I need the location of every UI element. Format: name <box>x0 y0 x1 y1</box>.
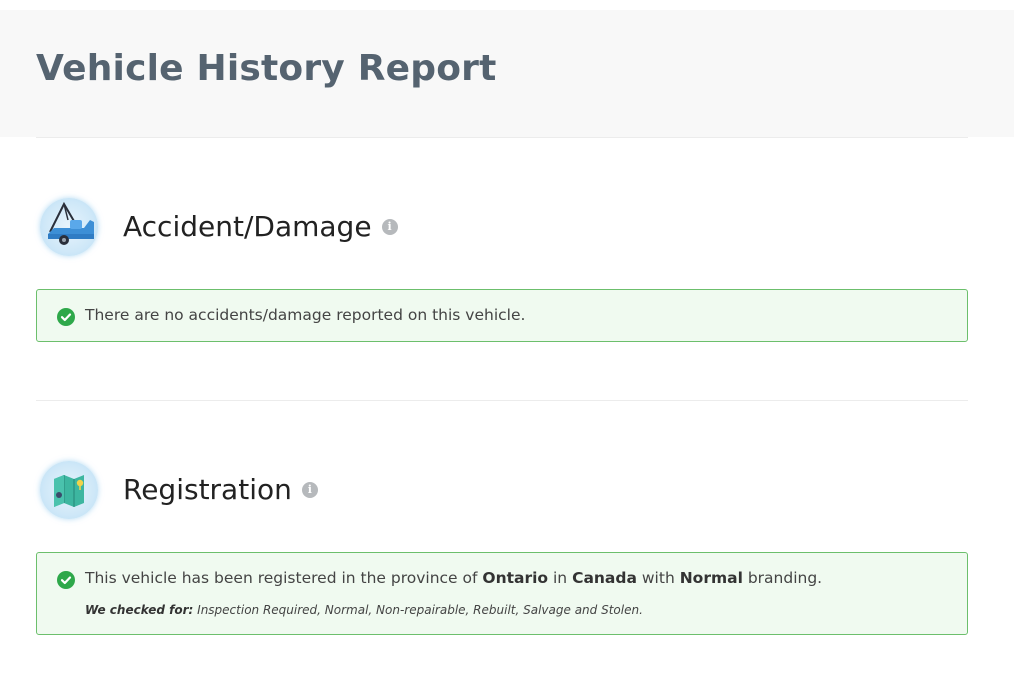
checked-for-label: We checked for: <box>85 603 194 617</box>
tow-truck-icon <box>40 198 98 256</box>
country-value: Canada <box>572 569 637 587</box>
branding-value: Normal <box>679 569 743 587</box>
checked-for-note: We checked for: Inspection Required, Nor… <box>85 603 643 617</box>
header-divider <box>36 137 968 138</box>
section-heading: Accident/Damage <box>123 210 372 243</box>
accident-alert: There are no accidents/damage reported o… <box>36 289 968 342</box>
map-icon <box>40 461 98 519</box>
message-with: with <box>636 569 680 587</box>
accident-message: There are no accidents/damage reported o… <box>85 306 526 324</box>
check-circle-icon <box>57 308 75 326</box>
section-divider <box>36 400 968 401</box>
info-icon[interactable]: i <box>381 218 398 235</box>
check-circle-icon <box>57 571 75 589</box>
message-suffix: branding. <box>742 569 823 587</box>
info-icon[interactable]: i <box>301 481 318 498</box>
checked-for-list: Inspection Required, Normal, Non-repaira… <box>193 603 643 617</box>
message-in: in <box>548 569 573 587</box>
registration-message: This vehicle has been registered in the … <box>85 569 822 587</box>
message-prefix: This vehicle has been registered in the … <box>85 569 483 587</box>
registration-alert: This vehicle has been registered in the … <box>36 552 968 635</box>
section-heading: Registration <box>123 473 292 506</box>
section-title-accident-damage: Accident/Damage i <box>123 210 398 243</box>
page-title: Vehicle History Report <box>36 48 497 89</box>
province-value: Ontario <box>482 569 549 587</box>
section-title-registration: Registration i <box>123 473 318 506</box>
